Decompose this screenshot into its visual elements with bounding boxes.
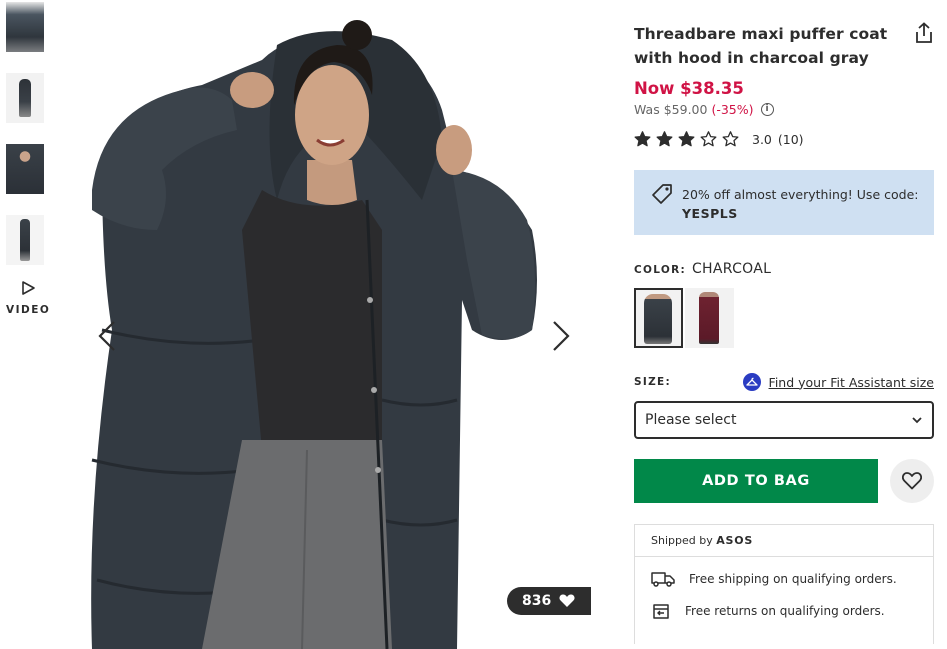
add-to-bag-button[interactable]: ADD TO BAG <box>634 459 878 503</box>
share-icon <box>916 22 932 43</box>
info-icon[interactable]: i <box>760 103 774 116</box>
purchase-actions: ADD TO BAG <box>634 459 934 503</box>
share-button[interactable] <box>914 22 936 46</box>
save-for-later-button[interactable] <box>890 459 934 503</box>
free-returns-row: Free returns on qualifying orders. <box>635 595 933 627</box>
free-returns-text: Free returns on qualifying orders. <box>685 604 885 618</box>
product-details: Threadbare maxi puffer coat with hood in… <box>634 22 934 644</box>
truck-icon <box>651 572 675 587</box>
likes-count: 836 <box>522 593 552 609</box>
fit-assistant-label: Find your Fit Assistant size <box>768 374 934 390</box>
thumbnail-2[interactable] <box>6 73 44 123</box>
thumbnail-3[interactable] <box>6 144 44 194</box>
star-filled-icon <box>656 131 673 147</box>
rating-count: (10) <box>777 131 804 147</box>
chevron-right-icon <box>553 321 570 351</box>
swatch-charcoal[interactable] <box>634 288 683 348</box>
promo-text: 20% off almost everything! Use code: <box>682 187 919 202</box>
color-swatches <box>634 288 934 348</box>
product-title: Threadbare maxi puffer coat with hood in… <box>634 25 888 67</box>
star-filled-icon <box>678 131 695 147</box>
free-shipping-text: Free shipping on qualifying orders. <box>689 572 897 586</box>
size-row: SIZE: Find your Fit Assistant size <box>634 373 934 391</box>
heart-outline-icon <box>902 472 922 490</box>
swatch-burgundy[interactable] <box>685 288 734 348</box>
main-product-image: 836 <box>62 0 592 649</box>
video-label: VIDEO <box>6 304 51 316</box>
size-select[interactable]: Please select <box>634 401 934 439</box>
shipped-by-prefix: Shipped by <box>651 534 713 547</box>
thumbnail-list: VIDEO <box>6 2 50 316</box>
discount-percent: (-35%) <box>711 102 754 117</box>
star-rating <box>634 131 744 147</box>
color-row: COLOR: CHARCOAL <box>634 261 934 277</box>
rating-summary[interactable]: 3.0 (10) <box>634 131 934 147</box>
product-photo <box>62 0 592 649</box>
previous-price: Was $59.00 <box>634 102 708 117</box>
size-label: SIZE: <box>634 376 671 388</box>
likes-badge[interactable]: 836 <box>507 587 591 615</box>
next-image-button[interactable] <box>546 318 576 354</box>
hanger-icon <box>742 373 761 391</box>
current-price: Now $38.35 <box>634 79 744 98</box>
fit-assistant-link[interactable]: Find your Fit Assistant size <box>742 373 934 391</box>
shipped-by: Shipped by ASOS <box>635 525 933 557</box>
promo-banner: 20% off almost everything! Use code: YES… <box>634 170 934 235</box>
thumbnail-1[interactable] <box>6 2 44 52</box>
price-tag-icon <box>652 184 672 204</box>
shipped-by-brand: ASOS <box>716 534 754 547</box>
previous-image-button[interactable] <box>92 318 122 354</box>
color-value: CHARCOAL <box>691 261 772 277</box>
thumbnail-4[interactable] <box>6 215 44 265</box>
star-empty-icon <box>700 131 717 147</box>
chevron-down-icon <box>912 416 922 423</box>
heart-filled-icon <box>559 594 575 607</box>
promo-code: YESPLS <box>682 206 738 221</box>
returns-icon <box>653 604 669 619</box>
size-select-value: Please select <box>645 412 737 428</box>
shipping-info: Shipped by ASOS Free shipping on qualify… <box>634 524 934 644</box>
star-filled-icon <box>634 131 651 147</box>
color-label: COLOR: <box>634 264 686 276</box>
star-empty-icon <box>722 131 739 147</box>
free-shipping-row: Free shipping on qualifying orders. <box>635 563 933 595</box>
chevron-left-icon <box>98 321 115 351</box>
previous-price-row: Was $59.00 (-35%) i <box>634 102 934 117</box>
rating-score: 3.0 <box>752 131 772 147</box>
play-icon <box>22 281 35 295</box>
video-button[interactable]: VIDEO <box>6 280 50 316</box>
